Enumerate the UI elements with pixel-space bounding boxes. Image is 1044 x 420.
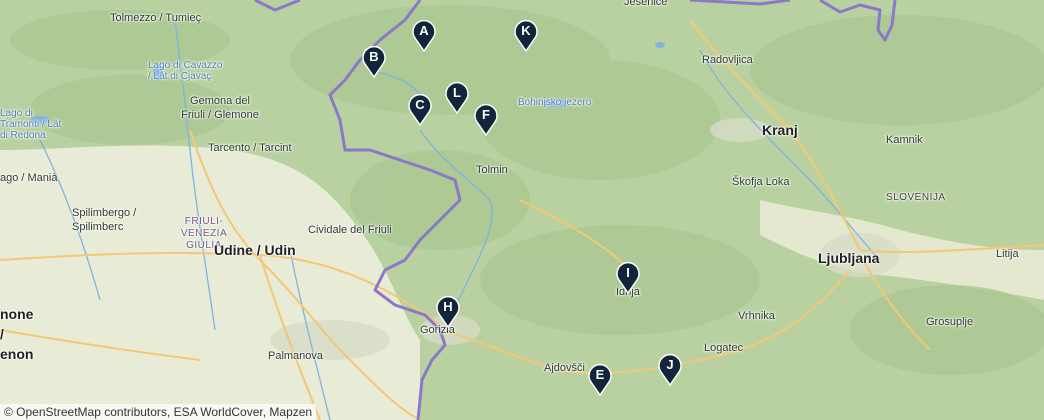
map-marker-f[interactable]: F: [472, 102, 500, 136]
map-marker-e[interactable]: E: [586, 362, 614, 396]
place-ljubljana: Ljubljana: [818, 250, 880, 266]
place-lago-cavazzo: Lago di Cavazzo / Lât di Cjavaç: [148, 60, 223, 82]
marker-label: J: [666, 357, 674, 372]
place-tolmin: Tolmin: [476, 164, 508, 176]
map-marker-c[interactable]: C: [406, 92, 434, 126]
marker-label: I: [626, 265, 630, 280]
place-kamnik: Kamnik: [886, 134, 923, 146]
map-marker-k[interactable]: K: [512, 18, 540, 52]
place-cividale: Cividale del Friuli: [308, 224, 392, 236]
marker-label: L: [453, 85, 461, 100]
place-logatec: Logatec: [704, 342, 744, 354]
marker-label: K: [521, 23, 531, 38]
place-tarcento: Tarcento / Tarcint: [208, 142, 292, 154]
place-spilimbergo: Spilimbergo / Spilimberc: [72, 207, 137, 233]
map-marker-h[interactable]: H: [434, 294, 462, 328]
marker-label: C: [415, 97, 425, 112]
map-view[interactable]: Tolmezzo / Tumieç Jesenice Lago di Cavaz…: [0, 0, 1044, 420]
place-kranj: Kranj: [762, 122, 798, 138]
place-lago-tramonti: Lago di Tramonti / Lât di Redona: [0, 108, 62, 141]
place-grosuplje: Grosuplje: [926, 316, 974, 328]
map-marker-j[interactable]: J: [656, 352, 684, 386]
map-marker-a[interactable]: A: [410, 18, 438, 52]
map-marker-b[interactable]: B: [360, 44, 388, 78]
marker-label: E: [595, 367, 605, 382]
place-slovenija: SLOVENIJA: [886, 192, 946, 203]
place-litija: Litija: [996, 248, 1019, 260]
place-radovljica: Radovljica: [702, 54, 753, 66]
map-marker-l[interactable]: L: [443, 80, 471, 114]
place-udine: Udine / Udin: [214, 242, 296, 258]
place-gemona: Gemona del Friuli / Glemone: [181, 95, 259, 121]
place-palmanova: Palmanova: [268, 350, 324, 362]
marker-label: H: [443, 299, 453, 314]
place-jesenice: Jesenice: [624, 0, 668, 8]
place-vrhnika: Vrhnika: [738, 310, 775, 322]
marker-label: B: [369, 49, 379, 64]
place-tolmezzo: Tolmezzo / Tumieç: [110, 12, 202, 24]
map-attribution: © OpenStreetMap contributors, ESA WorldC…: [0, 404, 317, 420]
place-bohinjsko: Bohinjsko jezero: [518, 97, 592, 108]
marker-label: A: [419, 23, 429, 38]
place-skofja-loka: Škofja Loka: [732, 176, 790, 188]
map-marker-i[interactable]: I: [614, 260, 642, 294]
marker-label: F: [482, 107, 490, 122]
place-ajdovscina: Ajdovšči: [544, 362, 585, 374]
place-pordenone: none / enon: [0, 306, 34, 362]
place-maniago: ago / Manià: [0, 172, 58, 184]
